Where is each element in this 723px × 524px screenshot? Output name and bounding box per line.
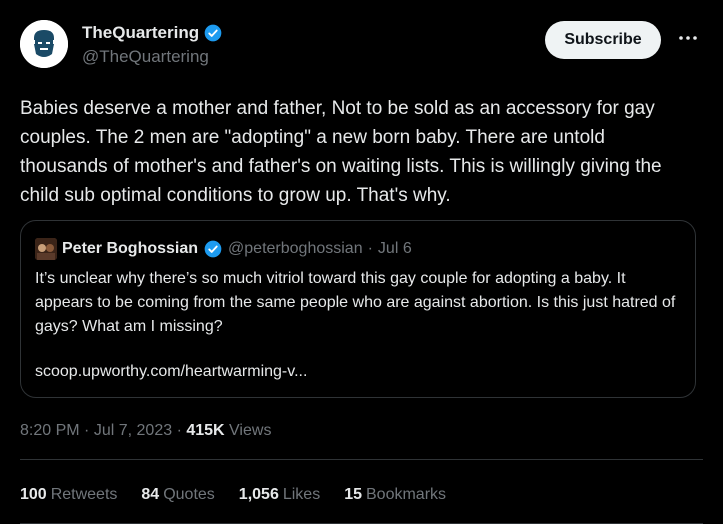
author-display-name[interactable]: TheQuartering (82, 23, 199, 43)
views-count: 415K (186, 422, 225, 439)
subscribe-button[interactable]: Subscribe (545, 21, 661, 59)
meta-separator-2: · (176, 422, 182, 439)
views-label: Views (229, 422, 272, 439)
divider (20, 459, 703, 460)
retweets-stat[interactable]: 100 Retweets (20, 486, 117, 504)
tweet-date[interactable]: Jul 7, 2023 (94, 422, 172, 439)
quoted-tweet-text: It’s unclear why there’s so much vitriol… (35, 270, 676, 335)
bookmarks-stat[interactable]: 15 Bookmarks (344, 486, 446, 504)
quoted-author-name: Peter Boghossian (62, 240, 199, 257)
author-handle[interactable]: @TheQuartering (82, 47, 223, 67)
quotes-stat[interactable]: 84 Quotes (141, 486, 214, 504)
avatar-logo-icon (20, 20, 68, 68)
author-info: TheQuartering @TheQuartering (82, 22, 223, 67)
quoted-author-handle: @peterboghossian (228, 240, 363, 257)
quoted-author-avatar (35, 238, 57, 260)
likes-stat[interactable]: 1,056 Likes (239, 486, 320, 504)
more-icon[interactable] (677, 28, 699, 48)
tweet-meta: 8:20 PM · Jul 7, 2023 · 415K Views (20, 422, 271, 440)
meta-separator: · (84, 422, 90, 439)
quoted-date: Jul 6 (377, 240, 412, 257)
quoted-tweet[interactable]: Peter Boghossian @peterboghossian · Jul … (20, 220, 696, 398)
quoted-separator: · (367, 240, 373, 257)
tweet-text: Babies deserve a mother and father, Not … (20, 98, 662, 206)
tweet-time[interactable]: 8:20 PM (20, 422, 80, 439)
verified-badge-icon (204, 24, 222, 42)
author-avatar[interactable] (20, 20, 68, 68)
quoted-verified-badge-icon (204, 240, 222, 258)
engagement-stats: 100 Retweets 84 Quotes 1,056 Likes 15 Bookma… (20, 486, 446, 504)
quoted-link[interactable]: scoop.upworthy.com/heartwarming-v... (35, 363, 307, 381)
